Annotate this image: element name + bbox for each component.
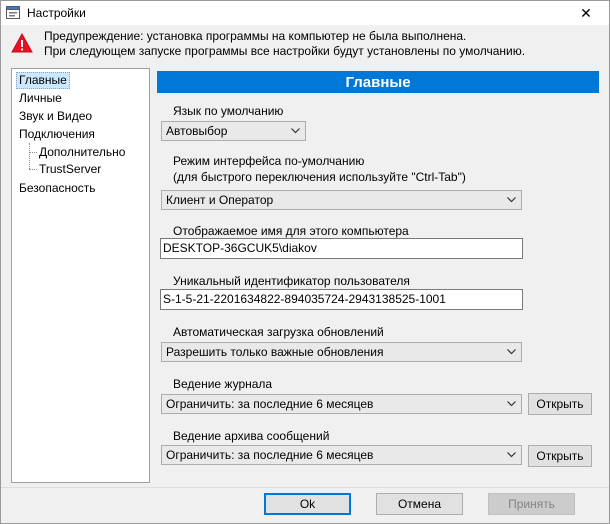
user-id-input[interactable]: S-1-5-21-2201634822-894035724-2943138525… xyxy=(160,289,523,310)
warning-icon xyxy=(11,33,33,53)
logging-open-button[interactable]: Открыть xyxy=(528,393,592,415)
logging-select-value: Ограничить: за последние 6 месяцев xyxy=(166,397,374,411)
chevron-down-icon xyxy=(507,349,516,355)
apply-button[interactable]: Принять xyxy=(488,493,575,515)
archive-open-button[interactable]: Открыть xyxy=(528,445,592,467)
tree-item-sound-video[interactable]: Звук и Видео xyxy=(17,109,94,124)
display-name-label: Отображаемое имя для этого компьютера xyxy=(173,224,409,238)
updates-label: Автоматическая загрузка обновлений xyxy=(173,325,384,339)
window-title: Настройки xyxy=(27,6,86,20)
tree-connector xyxy=(29,152,37,153)
archive-label: Ведение архива сообщений xyxy=(173,429,330,443)
tree-item-trustserver[interactable]: TrustServer xyxy=(37,162,103,177)
archive-select[interactable]: Ограничить: за последние 6 месяцев xyxy=(161,445,522,465)
language-select[interactable]: Автовыбор xyxy=(161,121,306,141)
warning-text-line1: Предупреждение: установка программы на к… xyxy=(44,29,467,43)
footer-divider xyxy=(1,487,609,488)
tree-item-personal[interactable]: Личные xyxy=(17,91,64,106)
close-icon: ✕ xyxy=(580,4,592,21)
settings-window: Настройки ✕ Предупреждение: установка пр… xyxy=(0,0,610,524)
logging-label: Ведение журнала xyxy=(173,377,273,391)
tree-connector xyxy=(29,143,30,169)
interface-mode-select[interactable]: Клиент и Оператор xyxy=(161,190,522,210)
tree-connector xyxy=(29,169,37,170)
panel-title: Главные xyxy=(157,71,599,93)
chevron-down-icon xyxy=(291,128,300,134)
interface-mode-select-value: Клиент и Оператор xyxy=(166,193,274,207)
tree-item-additional[interactable]: Дополнительно xyxy=(37,145,127,160)
archive-select-value: Ограничить: за последние 6 месяцев xyxy=(166,448,374,462)
updates-select-value: Разрешить только важные обновления xyxy=(166,345,384,359)
chevron-down-icon xyxy=(507,401,516,407)
chevron-down-icon xyxy=(507,452,516,458)
warning-text-line2: При следующем запуске программы все наст… xyxy=(44,44,526,58)
tree-item-connections[interactable]: Подключения xyxy=(17,127,97,142)
logging-select[interactable]: Ограничить: за последние 6 месяцев xyxy=(161,394,522,414)
app-window-icon xyxy=(6,6,20,19)
tree-item-main[interactable]: Главные xyxy=(16,72,70,89)
ok-button[interactable]: Ok xyxy=(264,493,351,515)
settings-tree[interactable]: Главные Личные Звук и Видео Подключения … xyxy=(11,68,150,483)
close-button[interactable]: ✕ xyxy=(563,1,609,25)
chevron-down-icon xyxy=(507,197,516,203)
title-bar[interactable]: Настройки ✕ xyxy=(1,1,609,25)
interface-mode-label: Режим интерфейса по-умолчанию xyxy=(173,154,365,168)
display-name-input[interactable]: DESKTOP-36GCUK5\diakov xyxy=(160,238,523,259)
user-id-label: Уникальный идентификатор пользователя xyxy=(173,274,410,288)
updates-select[interactable]: Разрешить только важные обновления xyxy=(161,342,522,362)
cancel-button[interactable]: Отмена xyxy=(376,493,463,515)
language-select-value: Автовыбор xyxy=(166,124,228,138)
interface-mode-hint: (для быстрого переключения используйте "… xyxy=(173,170,466,184)
tree-item-security[interactable]: Безопасность xyxy=(17,181,98,196)
language-label: Язык по умолчанию xyxy=(173,104,284,118)
